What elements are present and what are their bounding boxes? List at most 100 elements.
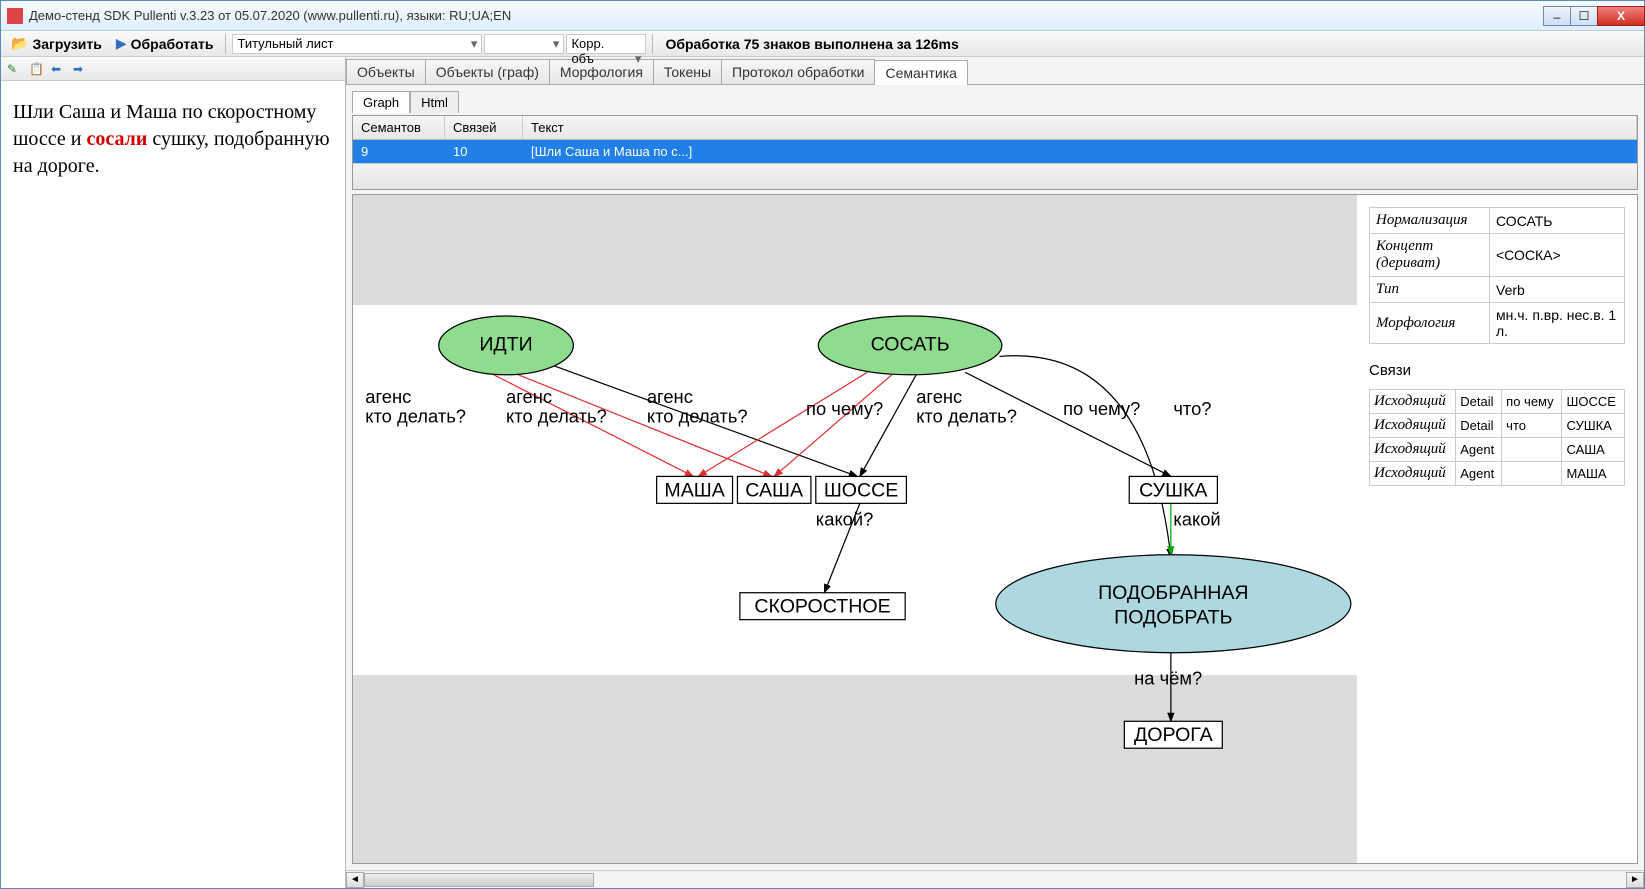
- svg-text:СОСАТЬ: СОСАТЬ: [871, 334, 950, 356]
- nav-left-icon[interactable]: ⬅: [51, 62, 65, 76]
- prop-val: мн.ч. п.вр. нес.в. 1 л.: [1490, 303, 1625, 344]
- links-table: ИсходящийDetailпо чемуШОССЕИсходящийDeta…: [1369, 389, 1625, 486]
- link-q: [1502, 438, 1562, 462]
- subtab-graph[interactable]: Graph: [352, 91, 410, 113]
- col-svyazey[interactable]: Связей: [445, 116, 523, 139]
- col-semantov[interactable]: Семантов: [353, 116, 445, 139]
- svg-text:кто делать?: кто делать?: [365, 406, 466, 427]
- edit-toolbar: ✎ 📋 ⬅ ➡: [1, 57, 345, 81]
- tab-3[interactable]: Токены: [653, 59, 722, 84]
- scroll-right-icon[interactable]: ►: [1626, 872, 1644, 888]
- grid-footer: [353, 163, 1637, 189]
- svg-text:какой: какой: [1173, 508, 1220, 529]
- svg-text:САША: САША: [745, 479, 804, 501]
- horizontal-scrollbar[interactable]: ◄ ►: [346, 870, 1644, 888]
- grid-row[interactable]: 9 10 [Шли Саша и Маша по с...]: [353, 140, 1637, 163]
- minimize-button[interactable]: [1543, 6, 1571, 26]
- link-q: [1502, 462, 1562, 486]
- svg-text:кто делать?: кто делать?: [647, 406, 748, 427]
- tab-0[interactable]: Объекты: [346, 59, 426, 84]
- link-q: что: [1502, 414, 1562, 438]
- tab-5[interactable]: Семантика: [874, 60, 968, 85]
- svg-text:СКОРОСТНОЕ: СКОРОСТНОЕ: [754, 596, 890, 618]
- svg-text:на чём?: на чём?: [1134, 668, 1202, 689]
- right-pane: ОбъектыОбъекты (граф) Морфология ТокеныПро…: [346, 57, 1644, 888]
- cell-semantov: 9: [353, 140, 445, 163]
- tab-4[interactable]: Протокол обработки: [721, 59, 875, 84]
- main-toolbar: 📂 Загрузить ▶ Обработать Титульный лист …: [1, 31, 1644, 57]
- prop-key: Морфология: [1370, 303, 1490, 344]
- svg-text:ПОДОБРАТЬ: ПОДОБРАТЬ: [1114, 607, 1232, 629]
- svg-text:МАША: МАША: [664, 479, 725, 501]
- edit-icon[interactable]: ✎: [7, 62, 21, 76]
- detail-panel: НормализацияСОСАТЬКонцепт (дериват)<СОСК…: [1357, 195, 1637, 863]
- sub-tabs: GraphHtml: [346, 85, 1644, 113]
- status-text: Обработка 75 знаков выполнена за 126ms: [665, 36, 958, 52]
- load-button[interactable]: 📂 Загрузить: [5, 33, 108, 54]
- svg-text:агенс: агенс: [365, 386, 411, 407]
- svg-text:кто делать?: кто делать?: [916, 406, 1017, 427]
- link-type: Agent: [1456, 438, 1502, 462]
- prop-val: <СОСКА>: [1490, 234, 1625, 277]
- main-area: ✎ 📋 ⬅ ➡ Шли Саша и Маша по скоростному ш…: [1, 57, 1644, 888]
- nav-right-icon[interactable]: ➡: [73, 62, 87, 76]
- dropdown-2[interactable]: [484, 34, 564, 54]
- scroll-left-icon[interactable]: ◄: [346, 872, 364, 888]
- close-button[interactable]: X: [1597, 6, 1645, 26]
- svg-text:кто делать?: кто делать?: [506, 406, 607, 427]
- subtab-html[interactable]: Html: [410, 91, 459, 113]
- link-v: ШОССЕ: [1562, 390, 1625, 414]
- graph-content: ИДТИСОСАТЬПОДОБРАННАЯПОДОБРАТЬМАШАСАШАШО…: [352, 194, 1638, 864]
- svg-text:агенс: агенс: [647, 386, 693, 407]
- tab-1[interactable]: Объекты (граф): [425, 59, 550, 84]
- dropdown-3[interactable]: Корр. объ: [566, 34, 646, 54]
- prop-val: СОСАТЬ: [1490, 208, 1625, 234]
- svg-text:по чему?: по чему?: [806, 398, 883, 419]
- svg-text:что?: что?: [1173, 398, 1211, 419]
- col-text[interactable]: Текст: [523, 116, 1637, 139]
- process-label: Обработать: [131, 36, 214, 52]
- cell-text: [Шли Саша и Маша по с...]: [523, 140, 1637, 163]
- link-v: САША: [1562, 438, 1625, 462]
- titlebar: Демо-стенд SDK Pullenti v.3.23 от 05.07.…: [1, 1, 1644, 31]
- semantic-graph[interactable]: ИДТИСОСАТЬПОДОБРАННАЯПОДОБРАТЬМАШАСАШАШО…: [353, 305, 1357, 758]
- svg-text:ИДТИ: ИДТИ: [479, 334, 532, 356]
- properties-table: НормализацияСОСАТЬКонцепт (дериват)<СОСК…: [1369, 207, 1625, 344]
- link-dir: Исходящий: [1370, 414, 1456, 438]
- app-icon: [7, 8, 23, 24]
- link-dir: Исходящий: [1370, 462, 1456, 486]
- scroll-thumb[interactable]: [364, 873, 594, 887]
- window-controls: X: [1543, 6, 1644, 26]
- maximize-button[interactable]: [1570, 6, 1598, 26]
- play-icon: ▶: [116, 35, 127, 52]
- semantics-grid: Семантов Связей Текст 9 10 [Шли Саша и М…: [352, 115, 1638, 190]
- links-header: Связи: [1369, 362, 1625, 379]
- link-v: СУШКА: [1562, 414, 1625, 438]
- grid-header: Семантов Связей Текст: [353, 116, 1637, 140]
- svg-text:СУШКА: СУШКА: [1139, 479, 1208, 501]
- process-button[interactable]: ▶ Обработать: [110, 33, 220, 54]
- main-tabs: ОбъектыОбъекты (граф)МорфологияТокеныПро…: [346, 57, 1644, 85]
- graph-area[interactable]: ИДТИСОСАТЬПОДОБРАННАЯПОДОБРАТЬМАШАСАШАШО…: [353, 195, 1357, 863]
- doc-type-dropdown[interactable]: Титульный лист: [232, 34, 482, 54]
- svg-text:агенс: агенс: [916, 386, 962, 407]
- window-title: Демо-стенд SDK Pullenti v.3.23 от 05.07.…: [29, 8, 511, 23]
- prop-key: Концепт (дериват): [1370, 234, 1490, 277]
- load-label: Загрузить: [32, 36, 101, 52]
- prop-key: Тип: [1370, 277, 1490, 303]
- app-window: Демо-стенд SDK Pullenti v.3.23 от 05.07.…: [0, 0, 1645, 889]
- text-pane[interactable]: Шли Саша и Маша по скоростному шоссе и с…: [1, 81, 346, 198]
- link-q: по чему: [1502, 390, 1562, 414]
- cell-svyazey: 10: [445, 140, 523, 163]
- svg-text:ДОРОГА: ДОРОГА: [1134, 724, 1214, 746]
- svg-text:какой?: какой?: [816, 508, 874, 529]
- folder-icon: 📂: [11, 35, 28, 52]
- scroll-track[interactable]: [364, 872, 1626, 888]
- prop-val: Verb: [1490, 277, 1625, 303]
- paste-icon[interactable]: 📋: [29, 62, 43, 76]
- prop-key: Нормализация: [1370, 208, 1490, 234]
- link-type: Detail: [1456, 390, 1502, 414]
- link-v: МАША: [1562, 462, 1625, 486]
- svg-text:ШОССЕ: ШОССЕ: [824, 479, 899, 501]
- link-dir: Исходящий: [1370, 438, 1456, 462]
